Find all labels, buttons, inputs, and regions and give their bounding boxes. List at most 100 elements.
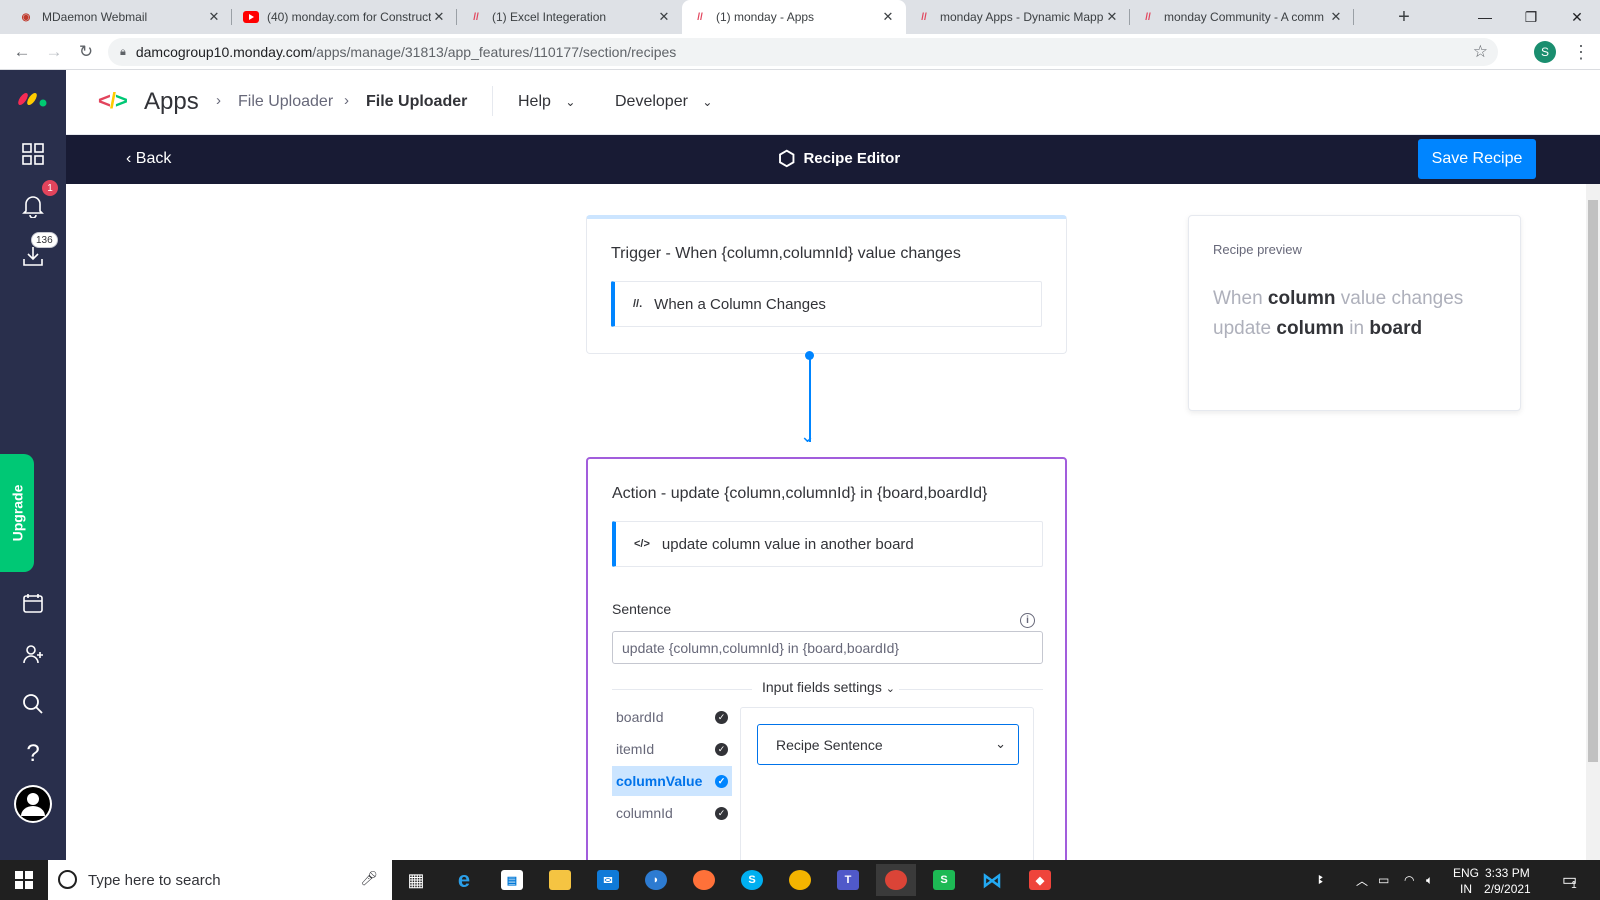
calendar-icon[interactable]: [15, 585, 51, 621]
minimize-icon[interactable]: —: [1462, 0, 1508, 34]
microphone-icon[interactable]: 🎤︎: [360, 870, 378, 887]
back-arrow-icon[interactable]: ←: [8, 38, 36, 66]
edge-icon[interactable]: e: [444, 864, 484, 896]
help-question-icon[interactable]: ?: [15, 736, 51, 772]
help-menu[interactable]: Help ⌄: [518, 93, 575, 111]
input-field-item[interactable]: boardId ✓: [612, 702, 732, 732]
lang-line2: IN: [1460, 882, 1472, 896]
language-indicator[interactable]: ENG IN: [1453, 865, 1479, 897]
sentence-input[interactable]: update {column,columnId} in {board,board…: [612, 631, 1043, 664]
apps-title[interactable]: Apps: [144, 88, 199, 116]
search-icon[interactable]: [15, 686, 51, 722]
invite-user-icon[interactable]: [15, 636, 51, 672]
browser-tab[interactable]: // monday Apps - Dynamic Mapp ✕: [906, 0, 1130, 34]
browser-menu-icon[interactable]: ⋮: [1572, 39, 1590, 65]
workspaces-grid-icon[interactable]: [15, 136, 51, 172]
spreadsheet-app-icon[interactable]: S: [924, 864, 964, 896]
vscode-icon[interactable]: ⋈: [972, 864, 1012, 896]
breadcrumb-feature[interactable]: File Uploader: [366, 93, 467, 111]
developer-menu[interactable]: Developer ⌄: [615, 93, 712, 111]
field-name: columnId: [616, 805, 673, 821]
check-circle-icon: ✓: [715, 807, 728, 820]
input-field-item[interactable]: columnId ✓: [612, 798, 732, 828]
close-window-icon[interactable]: ✕: [1554, 0, 1600, 34]
breadcrumb-app[interactable]: File Uploader: [238, 93, 333, 111]
action-card[interactable]: Action - update {column,columnId} in {bo…: [586, 457, 1067, 887]
divider: [898, 689, 1043, 690]
upgrade-button[interactable]: Upgrade: [0, 454, 34, 572]
close-tab-icon[interactable]: ✕: [1104, 9, 1120, 25]
monday-logo-icon: //.: [633, 298, 643, 310]
field-source-dropdown[interactable]: Recipe Sentence ⌄: [757, 724, 1019, 765]
chevron-down-icon: ⌄: [885, 683, 895, 695]
forward-arrow-icon[interactable]: →: [40, 38, 68, 66]
action-center-icon[interactable]: ▭ 1: [1562, 860, 1577, 900]
action-center-count: 1: [1571, 879, 1577, 891]
taskbar-search-placeholder: Type here to search: [88, 871, 221, 889]
recipe-preview-title: Recipe preview: [1213, 242, 1302, 257]
windows-start-icon[interactable]: [4, 864, 44, 896]
file-explorer-icon[interactable]: [540, 864, 580, 896]
new-tab-button[interactable]: +: [1390, 0, 1418, 34]
page-scrollbar[interactable]: [1586, 184, 1600, 860]
chrome-icon[interactable]: [876, 864, 916, 896]
bookmark-star-icon[interactable]: ☆: [1473, 42, 1488, 62]
save-recipe-button[interactable]: Save Recipe: [1418, 139, 1536, 179]
profile-avatar[interactable]: S: [1534, 41, 1556, 63]
check-circle-icon: ✓: [715, 743, 728, 756]
restore-icon[interactable]: ❐: [1508, 0, 1554, 34]
teams-icon[interactable]: T: [828, 864, 868, 896]
close-tab-icon[interactable]: ✕: [656, 9, 672, 25]
mail-icon[interactable]: ✉: [588, 864, 628, 896]
skype-icon[interactable]: S: [732, 864, 772, 896]
volume-icon[interactable]: 🔈︎: [1426, 860, 1433, 900]
scrollbar-thumb[interactable]: [1588, 200, 1598, 762]
close-tab-icon[interactable]: ✕: [1328, 9, 1344, 25]
browser-tab-active[interactable]: // (1) monday - Apps ✕: [682, 0, 906, 34]
input-fields-settings-toggle[interactable]: Input fields settings ⌄: [758, 679, 899, 695]
trigger-block[interactable]: //. When a Column Changes: [611, 281, 1042, 327]
people-icon[interactable]: ꔪ: [1318, 860, 1324, 900]
task-view-icon[interactable]: ▦: [396, 864, 436, 896]
trigger-card[interactable]: Trigger - When {column,columnId} value c…: [586, 215, 1067, 354]
taskbar-search-input[interactable]: Type here to search 🎤︎: [48, 860, 392, 900]
left-rail: 1 136 Upgrade ?: [0, 70, 66, 860]
input-field-item[interactable]: itemId ✓: [612, 734, 732, 764]
editor-title-label: Recipe Editor: [803, 150, 901, 167]
tab-title: monday Apps - Dynamic Mapp: [940, 10, 1104, 24]
firefox-icon[interactable]: [684, 864, 724, 896]
close-tab-icon[interactable]: ✕: [880, 9, 896, 25]
tray-chevron-up-icon[interactable]: ︿: [1356, 860, 1368, 900]
tab-title: (1) Excel Integeration: [492, 10, 607, 24]
url-host: damcogroup10.monday.com: [135, 44, 313, 60]
close-tab-icon[interactable]: ✕: [431, 9, 447, 25]
input-field-item-selected[interactable]: columnValue ✓: [612, 766, 732, 796]
chat-bubble-icon[interactable]: ◗: [636, 864, 676, 896]
monday-favicon-icon: //: [697, 11, 703, 23]
app-root: ◉ MDaemon Webmail ✕ (40) monday.com for …: [0, 0, 1600, 900]
browser-tab[interactable]: // (1) Excel Integeration ✕: [458, 0, 682, 34]
reload-icon[interactable]: ↻: [72, 38, 100, 66]
battery-icon[interactable]: ▭: [1378, 860, 1389, 900]
store-icon[interactable]: ▤: [492, 864, 532, 896]
inbox-badge: 136: [31, 232, 58, 248]
close-tab-icon[interactable]: ✕: [206, 9, 222, 25]
recipe-canvas: Trigger - When {column,columnId} value c…: [66, 184, 1586, 887]
monday-logo-icon[interactable]: [15, 80, 51, 116]
browser-tab[interactable]: // monday Community - A comm ✕: [1130, 0, 1354, 34]
divider: [612, 689, 752, 690]
chrome-canary-icon[interactable]: [780, 864, 820, 896]
browser-toolbar: ← → ↻ 🔒︎ damcogroup10.monday.com/apps/ma…: [0, 34, 1600, 70]
wifi-icon[interactable]: ◠: [1404, 860, 1414, 900]
address-bar[interactable]: 🔒︎ damcogroup10.monday.com/apps/manage/3…: [108, 38, 1498, 66]
back-button[interactable]: ‹ Back: [126, 150, 171, 168]
youtube-icon: [243, 9, 259, 25]
field-name: columnValue: [616, 773, 703, 789]
anydesk-icon[interactable]: ◆: [1020, 864, 1060, 896]
taskbar-clock[interactable]: 3:33 PM 2/9/2021: [1484, 865, 1531, 897]
info-icon[interactable]: i: [1020, 613, 1035, 628]
browser-tab[interactable]: ◉ MDaemon Webmail ✕: [8, 0, 232, 34]
browser-tab[interactable]: (40) monday.com for Construct ✕: [233, 0, 457, 34]
action-block[interactable]: </> update column value in another board: [612, 521, 1043, 567]
user-avatar-icon[interactable]: [13, 784, 53, 824]
